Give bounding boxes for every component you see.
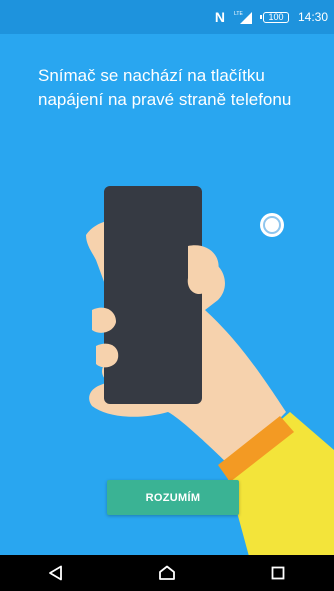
phone-body [104, 186, 202, 404]
understand-button[interactable]: ROZUMÍM [107, 480, 239, 515]
network-type-label: LTE [234, 11, 243, 17]
signal-icon: LTE [234, 10, 254, 24]
navigation-bar [0, 555, 334, 591]
home-button[interactable] [147, 555, 187, 591]
setup-screen: N LTE 100 14:30 Snímač se nachází na tla… [0, 0, 334, 591]
battery-icon: 100 [259, 11, 289, 23]
nfc-icon: N [214, 9, 225, 25]
status-bar: N LTE 100 14:30 [0, 0, 334, 34]
battery-level: 100 [268, 11, 284, 22]
recents-square-icon [271, 566, 285, 580]
home-icon [159, 565, 175, 580]
status-time: 14:30 [297, 10, 328, 24]
back-button[interactable] [36, 555, 76, 591]
recents-button[interactable] [258, 555, 298, 591]
instruction-text: Snímač se nachází na tlačítku napájení n… [38, 66, 292, 109]
back-triangle-icon [48, 565, 62, 581]
